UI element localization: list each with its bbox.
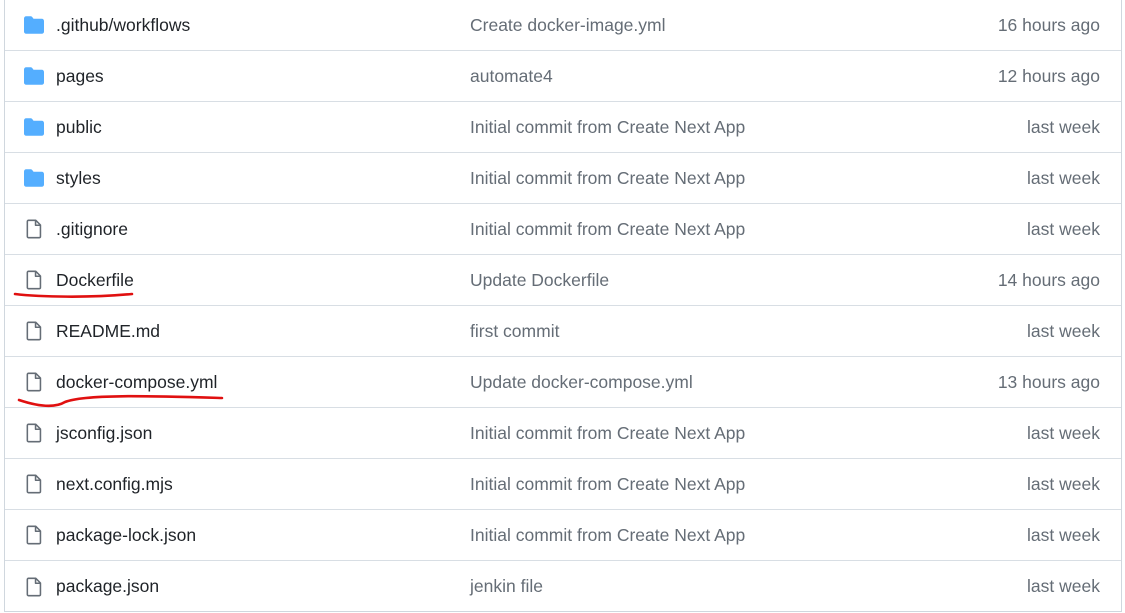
table-row[interactable]: styles Initial commit from Create Next A… xyxy=(5,153,1121,204)
table-row[interactable]: public Initial commit from Create Next A… xyxy=(5,102,1121,153)
file-list: .github/workflows Create docker-image.ym… xyxy=(4,0,1122,612)
file-name-link[interactable]: public xyxy=(56,117,102,138)
commit-age: 14 hours ago xyxy=(997,269,1100,290)
table-row[interactable]: .gitignore Initial commit from Create Ne… xyxy=(5,204,1121,255)
file-name-link[interactable]: .gitignore xyxy=(56,219,128,240)
commit-message-link[interactable]: jenkin file xyxy=(470,576,543,597)
commit-message-link[interactable]: first commit xyxy=(470,321,559,342)
commit-message-link[interactable]: automate4 xyxy=(470,66,553,87)
folder-icon xyxy=(24,15,44,35)
file-icon xyxy=(24,423,44,443)
commit-age: 16 hours ago xyxy=(997,14,1100,35)
commit-message-link[interactable]: Initial commit from Create Next App xyxy=(470,474,745,495)
file-icon xyxy=(24,577,44,597)
commit-age: last week xyxy=(1027,218,1100,239)
table-row[interactable]: package-lock.json Initial commit from Cr… xyxy=(5,510,1121,561)
commit-age: last week xyxy=(1027,320,1100,341)
file-name-link[interactable]: next.config.mjs xyxy=(56,474,173,495)
file-name-link[interactable]: styles xyxy=(56,168,101,189)
commit-message-link[interactable]: Create docker-image.yml xyxy=(470,15,665,36)
table-row[interactable]: .github/workflows Create docker-image.ym… xyxy=(5,0,1121,51)
file-icon xyxy=(24,372,44,392)
file-icon xyxy=(24,219,44,239)
commit-age: 12 hours ago xyxy=(997,65,1100,86)
commit-message-link[interactable]: Initial commit from Create Next App xyxy=(470,168,745,189)
table-row[interactable]: next.config.mjs Initial commit from Crea… xyxy=(5,459,1121,510)
table-row[interactable]: README.md first commit last week xyxy=(5,306,1121,357)
file-name-link[interactable]: docker-compose.yml xyxy=(56,372,217,393)
commit-age: 13 hours ago xyxy=(997,371,1100,392)
file-name-link[interactable]: jsconfig.json xyxy=(56,423,152,444)
commit-age: last week xyxy=(1027,576,1100,596)
file-name-link[interactable]: package-lock.json xyxy=(56,525,196,546)
file-icon xyxy=(24,270,44,290)
file-name-link[interactable]: README.md xyxy=(56,321,160,342)
folder-icon xyxy=(24,117,44,137)
file-icon xyxy=(24,525,44,545)
file-name-link[interactable]: package.json xyxy=(56,576,159,597)
commit-age: last week xyxy=(1027,116,1100,137)
file-name-link[interactable]: Dockerfile xyxy=(56,270,134,291)
folder-icon xyxy=(24,66,44,86)
commit-age: last week xyxy=(1027,167,1100,188)
commit-age: last week xyxy=(1027,422,1100,443)
table-row[interactable]: docker-compose.yml Update docker-compose… xyxy=(5,357,1121,408)
table-row[interactable]: Dockerfile Update Dockerfile 14 hours ag… xyxy=(5,255,1121,306)
folder-icon xyxy=(24,168,44,188)
table-row[interactable]: package.json jenkin file last week xyxy=(5,561,1121,612)
table-row[interactable]: jsconfig.json Initial commit from Create… xyxy=(5,408,1121,459)
commit-age: last week xyxy=(1027,524,1100,545)
commit-age: last week xyxy=(1027,473,1100,494)
file-icon xyxy=(24,474,44,494)
commit-message-link[interactable]: Initial commit from Create Next App xyxy=(470,117,745,138)
file-name-link[interactable]: .github/workflows xyxy=(56,15,190,36)
commit-message-link[interactable]: Initial commit from Create Next App xyxy=(470,525,745,546)
file-icon xyxy=(24,321,44,341)
commit-message-link[interactable]: Update docker-compose.yml xyxy=(470,372,693,393)
commit-message-link[interactable]: Initial commit from Create Next App xyxy=(470,219,745,240)
commit-message-link[interactable]: Update Dockerfile xyxy=(470,270,609,291)
commit-message-link[interactable]: Initial commit from Create Next App xyxy=(470,423,745,444)
file-name-link[interactable]: pages xyxy=(56,66,104,87)
table-row[interactable]: pages automate4 12 hours ago xyxy=(5,51,1121,102)
